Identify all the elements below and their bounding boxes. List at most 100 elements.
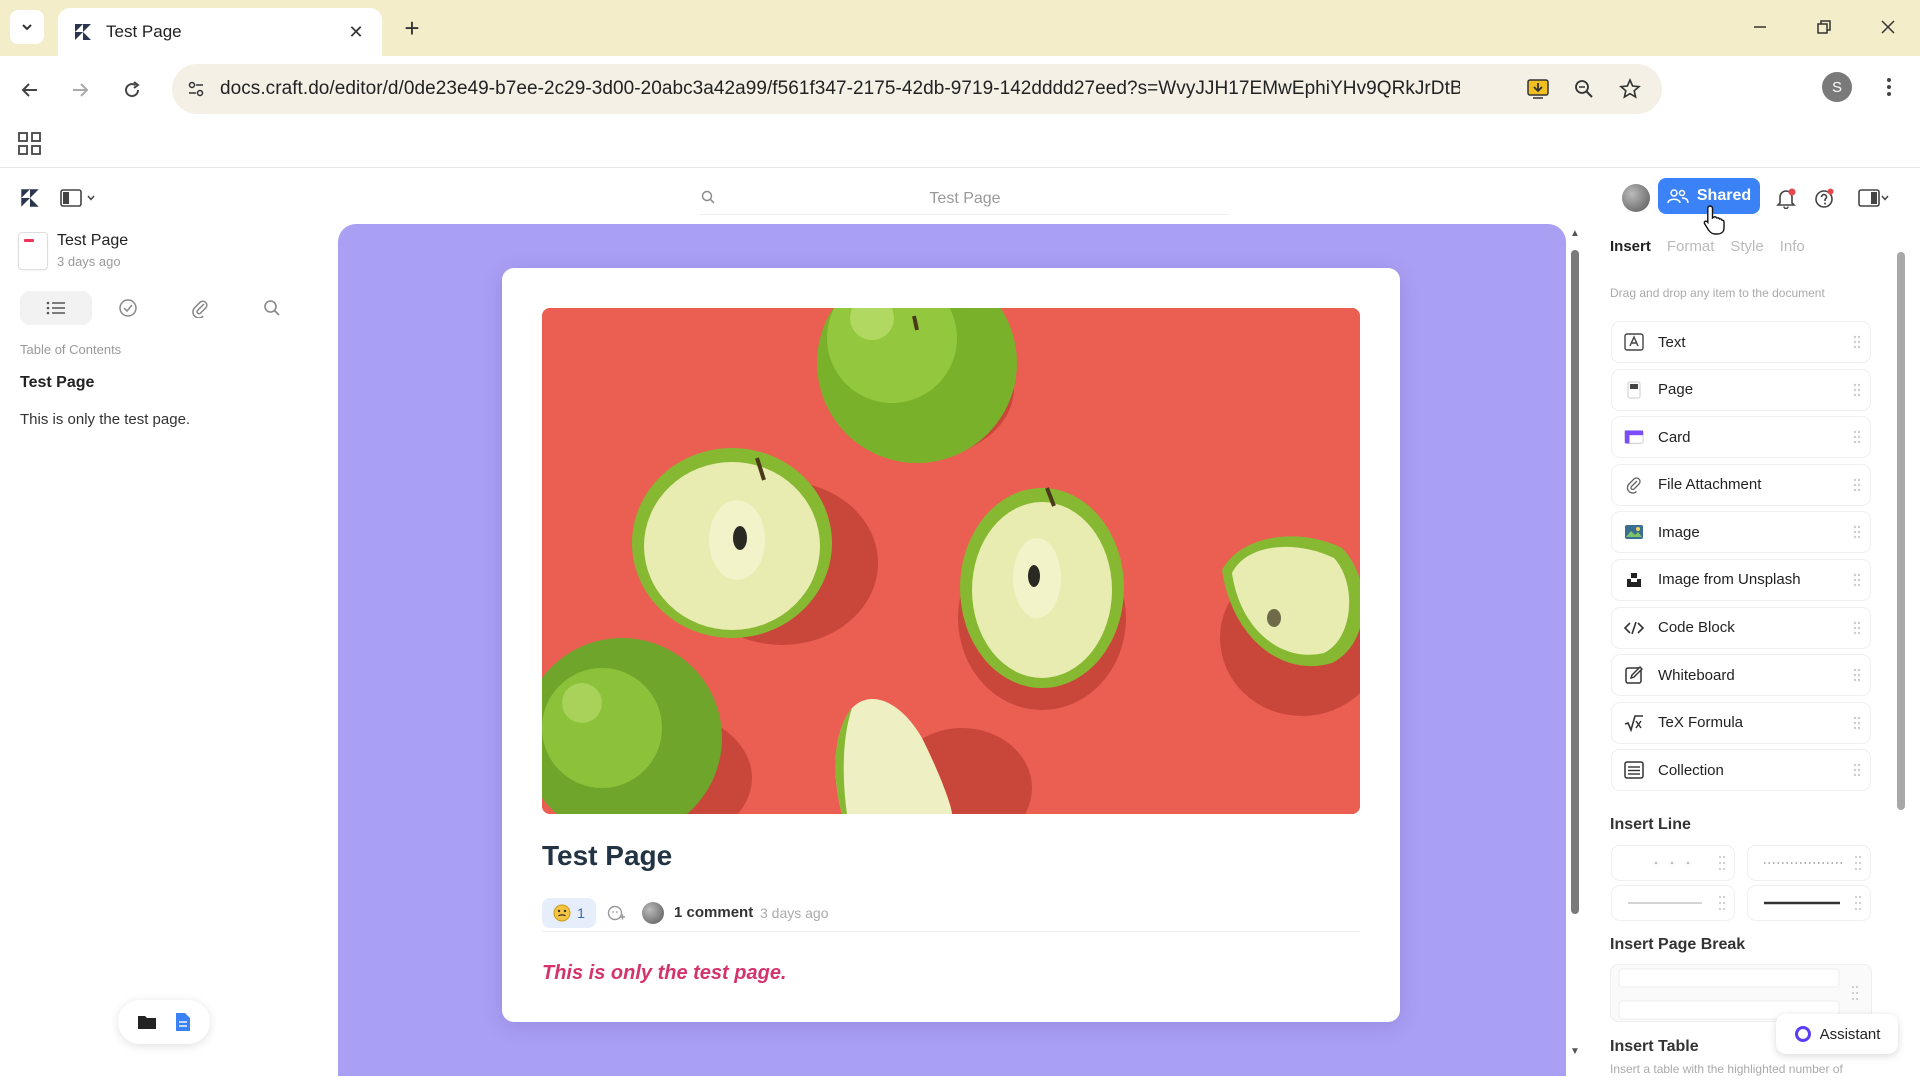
reaction-badge[interactable]: 1 [542, 898, 596, 928]
card-icon [1624, 430, 1644, 445]
insert-hint: Drag and drop any item to the document [1610, 286, 1825, 300]
insert-item-label: Card [1658, 428, 1691, 446]
assistant-ring-icon [1794, 1026, 1811, 1042]
drag-handle-icon[interactable] [1852, 572, 1862, 588]
tab-search[interactable] [236, 291, 308, 325]
tab-info[interactable]: Info [1780, 238, 1805, 255]
document-card: Test Page 1 1 comment 3 days ago This is… [502, 268, 1400, 1022]
check-circle-icon [119, 299, 137, 317]
paperclip-icon [192, 300, 208, 318]
insert-item-page[interactable]: Page [1612, 369, 1870, 410]
line-option-dots[interactable] [1612, 846, 1734, 880]
apps-grid-icon[interactable] [16, 130, 44, 158]
site-info-icon[interactable] [180, 73, 212, 105]
insert-item-collection[interactable]: Collection [1612, 750, 1870, 791]
drag-handle-icon[interactable] [1852, 762, 1862, 778]
help-button[interactable] [1810, 184, 1838, 212]
tab-style[interactable]: Style [1730, 238, 1763, 255]
document-time: 3 days ago [57, 254, 121, 269]
drag-handle-icon[interactable] [1852, 524, 1862, 540]
tab-attachments[interactable] [164, 291, 236, 325]
bookmark-star-icon[interactable] [1614, 73, 1646, 105]
insert-item-label: TeX Formula [1658, 714, 1744, 732]
notifications-button[interactable] [1772, 184, 1800, 212]
document-icon[interactable] [174, 1012, 192, 1032]
insert-item-code-block[interactable]: Code Block [1612, 607, 1870, 648]
people-icon [1667, 189, 1689, 204]
sidebar-layout-icon [60, 189, 82, 207]
install-app-icon[interactable] [1522, 73, 1554, 105]
toc-title[interactable]: Test Page [20, 374, 94, 392]
browser-tab[interactable]: Test Page ✕ [58, 8, 382, 56]
document-name: Test Page [57, 232, 129, 249]
insert-item-image-from-unsplash[interactable]: Image from Unsplash [1612, 559, 1870, 600]
document-thumbnail [18, 232, 48, 270]
page-title[interactable]: Test Page [542, 840, 672, 872]
sidebar-toggle-button[interactable] [60, 186, 104, 210]
folder-icon[interactable] [137, 1013, 157, 1031]
insert-item-label: Image [1658, 523, 1700, 541]
insert-item-text[interactable]: Text [1612, 322, 1870, 362]
tab-insert[interactable]: Insert [1610, 238, 1651, 255]
tab-outline[interactable] [20, 291, 92, 325]
collection-icon [1624, 761, 1644, 780]
tab-format[interactable]: Format [1667, 238, 1715, 255]
zoom-icon[interactable] [1568, 73, 1600, 105]
browser-menu-icon[interactable] [1874, 72, 1904, 102]
scroll-up-icon[interactable]: ▲ [1568, 228, 1582, 242]
document-entry[interactable]: Test Page 3 days ago [18, 230, 308, 278]
body-paragraph[interactable]: This is only the test page. [542, 962, 787, 985]
drag-handle-icon[interactable] [1852, 429, 1862, 445]
scroll-down-icon[interactable]: ▼ [1568, 1046, 1582, 1060]
minimize-button[interactable] [1740, 10, 1780, 44]
insert-item-card[interactable]: Card [1612, 417, 1870, 458]
address-bar[interactable]: docs.craft.do/editor/d/0de23e49-b7ee-2c2… [172, 64, 1662, 114]
arrow-right-icon [73, 83, 89, 97]
close-window-button[interactable] [1868, 10, 1908, 44]
insert-item-label: Text [1658, 333, 1686, 351]
profile-avatar[interactable]: S [1822, 72, 1852, 102]
canvas-scrollbar[interactable]: ▲ ▼ [1568, 228, 1582, 1060]
assistant-button[interactable]: Assistant [1776, 1014, 1898, 1054]
line-option-thin[interactable] [1612, 886, 1734, 920]
tab-search-button[interactable] [10, 10, 44, 44]
insert-item-label: Image from Unsplash [1658, 571, 1801, 589]
insert-item-tex-formula[interactable]: TeX Formula [1612, 702, 1870, 743]
reload-button[interactable] [114, 72, 150, 108]
toc-item[interactable]: This is only the test page. [20, 411, 190, 428]
insert-item-image[interactable]: Image [1612, 512, 1870, 553]
reload-icon [125, 81, 140, 98]
unsplash-icon [1627, 572, 1641, 587]
right-panel-toggle[interactable] [1852, 184, 1896, 212]
insert-item-file-attachment[interactable]: File Attachment [1612, 464, 1870, 505]
drag-handle-icon[interactable] [1852, 382, 1862, 398]
document-title-search[interactable]: Test Page [700, 185, 1230, 215]
drag-handle-icon[interactable] [1852, 334, 1862, 350]
new-tab-button[interactable]: + [396, 12, 428, 44]
insert-item-whiteboard[interactable]: Whiteboard [1612, 655, 1870, 696]
emoji-face-icon [553, 904, 571, 922]
url-text[interactable]: docs.craft.do/editor/d/0de23e49-b7ee-2c2… [220, 78, 1460, 100]
drag-handle-icon[interactable] [1852, 667, 1862, 683]
whiteboard-icon [1625, 666, 1643, 684]
drag-handle-icon[interactable] [1852, 477, 1862, 493]
drag-handle-icon[interactable] [1852, 715, 1862, 731]
scrollbar-thumb[interactable] [1897, 252, 1905, 810]
add-reaction-icon[interactable] [606, 903, 626, 923]
document-meta-row: 1 1 comment 3 days ago [542, 898, 1360, 932]
document-cover-image[interactable] [542, 308, 1360, 814]
scrollbar-thumb[interactable] [1571, 250, 1579, 914]
user-avatar[interactable] [1622, 184, 1650, 212]
right-panel-scrollbar[interactable] [1894, 228, 1908, 1068]
back-button[interactable] [12, 72, 48, 108]
tab-tasks[interactable] [92, 291, 164, 325]
drag-handle-icon[interactable] [1852, 620, 1862, 636]
line-option-dotted[interactable] [1748, 846, 1870, 880]
tab-close-icon[interactable]: ✕ [344, 22, 368, 43]
craft-logo-icon[interactable] [18, 186, 42, 210]
line-option-thick[interactable] [1748, 886, 1870, 920]
comment-count[interactable]: 1 comment [674, 904, 753, 921]
forward-button[interactable] [62, 72, 98, 108]
restore-button[interactable] [1804, 10, 1844, 44]
sqrt-icon [1624, 714, 1643, 732]
